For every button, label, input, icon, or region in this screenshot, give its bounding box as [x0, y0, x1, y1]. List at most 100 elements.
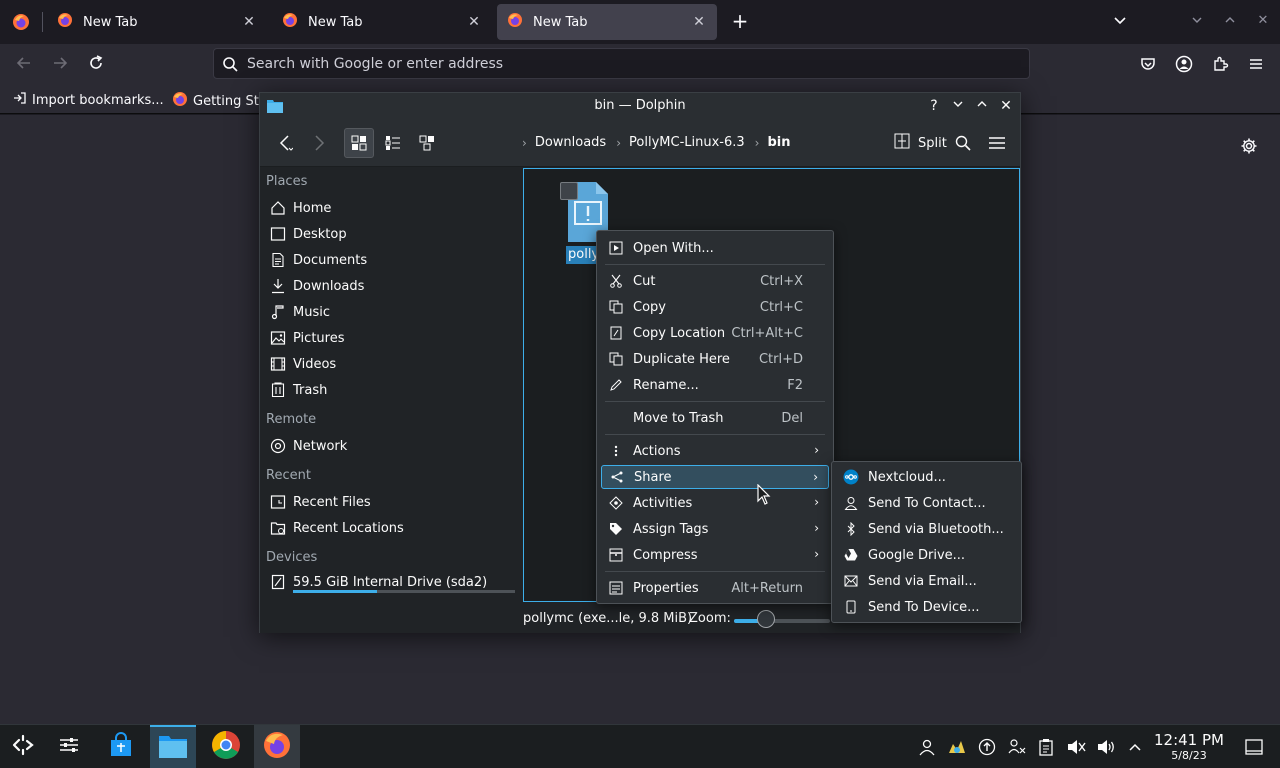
maximize-icon[interactable] — [1222, 13, 1238, 29]
forward-arrow-icon[interactable] — [50, 54, 70, 74]
menu-item-compress[interactable]: Compress › — [601, 543, 829, 567]
audio-muted-icon[interactable] — [1066, 737, 1086, 757]
places-item-recent-locations[interactable]: Recent Locations — [268, 516, 514, 540]
menu-item-open-with[interactable]: Open With... — [601, 236, 829, 260]
menu-item-label: Properties — [633, 580, 699, 596]
application-launcher[interactable] — [0, 725, 46, 768]
share-item-google-drive[interactable]: Google Drive... — [836, 543, 1019, 567]
url-bar[interactable] — [213, 48, 1030, 79]
close-tab-icon[interactable]: ✕ — [691, 14, 707, 30]
chevron-right-icon: › — [814, 443, 819, 457]
menu-item-duplicate-here[interactable]: Duplicate Here Ctrl+D — [601, 347, 829, 371]
digital-clock[interactable]: 12:41 PM 5/8/23 — [1152, 731, 1226, 763]
menu-item-activities[interactable]: Activities › — [601, 491, 829, 515]
maximize-icon[interactable] — [973, 97, 991, 115]
menu-item-copy[interactable]: Copy Ctrl+C — [601, 295, 829, 319]
share-item-email[interactable]: Send via Email... — [836, 569, 1019, 593]
menu-item-move-to-trash[interactable]: Move to Trash Del — [601, 406, 829, 430]
firefox-icon — [282, 12, 298, 32]
reload-icon[interactable] — [86, 54, 106, 74]
contact-icon — [842, 494, 860, 512]
firefox-view-icon[interactable] — [12, 13, 30, 35]
browser-tab[interactable]: New Tab ✕ — [47, 4, 267, 40]
taskbar-chrome[interactable] — [203, 725, 249, 768]
split-button[interactable]: Split — [886, 128, 947, 158]
bookmark-import[interactable]: Import bookmarks... — [13, 91, 164, 109]
selection-toggle-icon[interactable] — [560, 182, 578, 200]
close-window-icon[interactable]: ✕ — [1255, 13, 1271, 29]
extensions-icon[interactable] — [1211, 55, 1229, 73]
menu-item-properties[interactable]: Properties Alt+Return — [601, 576, 829, 600]
places-item-downloads[interactable]: Downloads — [268, 274, 514, 298]
zoom-label: Zoom: — [689, 611, 731, 626]
dolphin-titlebar[interactable]: bin — Dolphin ? ✕ — [260, 93, 1020, 119]
close-icon[interactable]: ✕ — [997, 97, 1015, 115]
places-item-network[interactable]: Network — [268, 434, 514, 458]
browser-tab[interactable]: New Tab ✕ — [272, 4, 492, 40]
url-input[interactable] — [247, 54, 1007, 74]
close-tab-icon[interactable]: ✕ — [241, 14, 257, 30]
menu-item-actions[interactable]: Actions › — [601, 439, 829, 463]
places-item-music[interactable]: Music — [268, 300, 514, 324]
menu-item-share[interactable]: Share › — [601, 465, 829, 489]
close-tab-icon[interactable]: ✕ — [466, 14, 482, 30]
help-icon[interactable]: ? — [925, 97, 943, 115]
taskbar-firefox[interactable] — [254, 725, 300, 768]
google-drive-icon — [842, 546, 860, 564]
places-item-home[interactable]: Home — [268, 196, 514, 220]
places-item-videos[interactable]: Videos — [268, 352, 514, 376]
icons-view-icon[interactable] — [344, 128, 374, 158]
clipboard-icon[interactable] — [1036, 737, 1056, 757]
taskbar-system-settings[interactable] — [46, 725, 92, 768]
back-arrow-icon[interactable] — [14, 54, 34, 74]
places-item-pictures[interactable]: Pictures — [268, 326, 514, 350]
copy-icon — [607, 298, 625, 316]
menu-item-label: Assign Tags — [633, 521, 709, 537]
taskbar-discover[interactable] — [98, 725, 144, 768]
pocket-icon[interactable] — [1139, 55, 1157, 73]
bookmark-getting-started[interactable]: Getting Sta — [172, 91, 267, 111]
minimize-icon[interactable] — [1189, 13, 1205, 29]
breadcrumb-bin[interactable]: bin — [767, 135, 790, 150]
show-desktop-icon[interactable] — [1244, 737, 1264, 757]
places-item-documents[interactable]: Documents — [268, 248, 514, 272]
places-item-trash[interactable]: Trash — [268, 378, 514, 402]
settings-gear-icon[interactable] — [1240, 137, 1258, 159]
account-icon[interactable] — [1175, 55, 1193, 73]
breadcrumb-downloads[interactable]: Downloads — [535, 135, 606, 150]
forward-chevron-icon[interactable] — [304, 128, 334, 158]
show-hidden-icons-chevron-up-icon[interactable] — [1125, 737, 1145, 757]
compact-view-icon[interactable] — [378, 128, 408, 158]
updates-icon[interactable] — [977, 737, 997, 757]
zoom-slider-handle[interactable] — [756, 610, 775, 628]
places-item-desktop[interactable]: Desktop — [268, 222, 514, 246]
search-icon[interactable] — [948, 128, 978, 158]
taskbar-dolphin[interactable] — [150, 725, 196, 768]
user-icon[interactable] — [917, 737, 937, 757]
gaming-mode-icon[interactable] — [947, 737, 967, 757]
list-all-tabs-icon[interactable] — [1112, 12, 1128, 32]
places-item-recent-files[interactable]: Recent Files — [268, 490, 514, 514]
menu-item-copy-location[interactable]: Copy Location Ctrl+Alt+C — [601, 321, 829, 345]
kde-connect-icon[interactable] — [1007, 737, 1027, 757]
breadcrumb-pollymc[interactable]: PollyMC-Linux-6.3 — [629, 135, 745, 150]
menu-item-cut[interactable]: Cut Ctrl+X — [601, 269, 829, 293]
volume-icon[interactable] — [1096, 737, 1116, 757]
hamburger-menu-icon[interactable] — [982, 128, 1012, 158]
share-item-send-to-device[interactable]: Send To Device... — [836, 595, 1019, 619]
hamburger-menu-icon[interactable] — [1247, 55, 1265, 73]
share-item-bluetooth[interactable]: Send via Bluetooth... — [836, 517, 1019, 541]
share-item-nextcloud[interactable]: Nextcloud... — [836, 465, 1019, 489]
mouse-cursor-icon — [757, 483, 771, 510]
tab-title: New Tab — [533, 14, 588, 30]
menu-item-shortcut: Ctrl+D — [758, 351, 803, 367]
menu-item-assign-tags[interactable]: Assign Tags › — [601, 517, 829, 541]
browser-tab-active[interactable]: New Tab ✕ — [497, 4, 717, 40]
back-chevron-icon[interactable] — [270, 128, 300, 158]
new-tab-button[interactable]: + — [730, 11, 750, 32]
menu-separator — [605, 264, 825, 265]
share-item-send-to-contact[interactable]: Send To Contact... — [836, 491, 1019, 515]
minimize-icon[interactable] — [949, 97, 967, 115]
menu-item-rename[interactable]: Rename... F2 — [601, 373, 829, 397]
details-view-icon[interactable] — [412, 128, 442, 158]
